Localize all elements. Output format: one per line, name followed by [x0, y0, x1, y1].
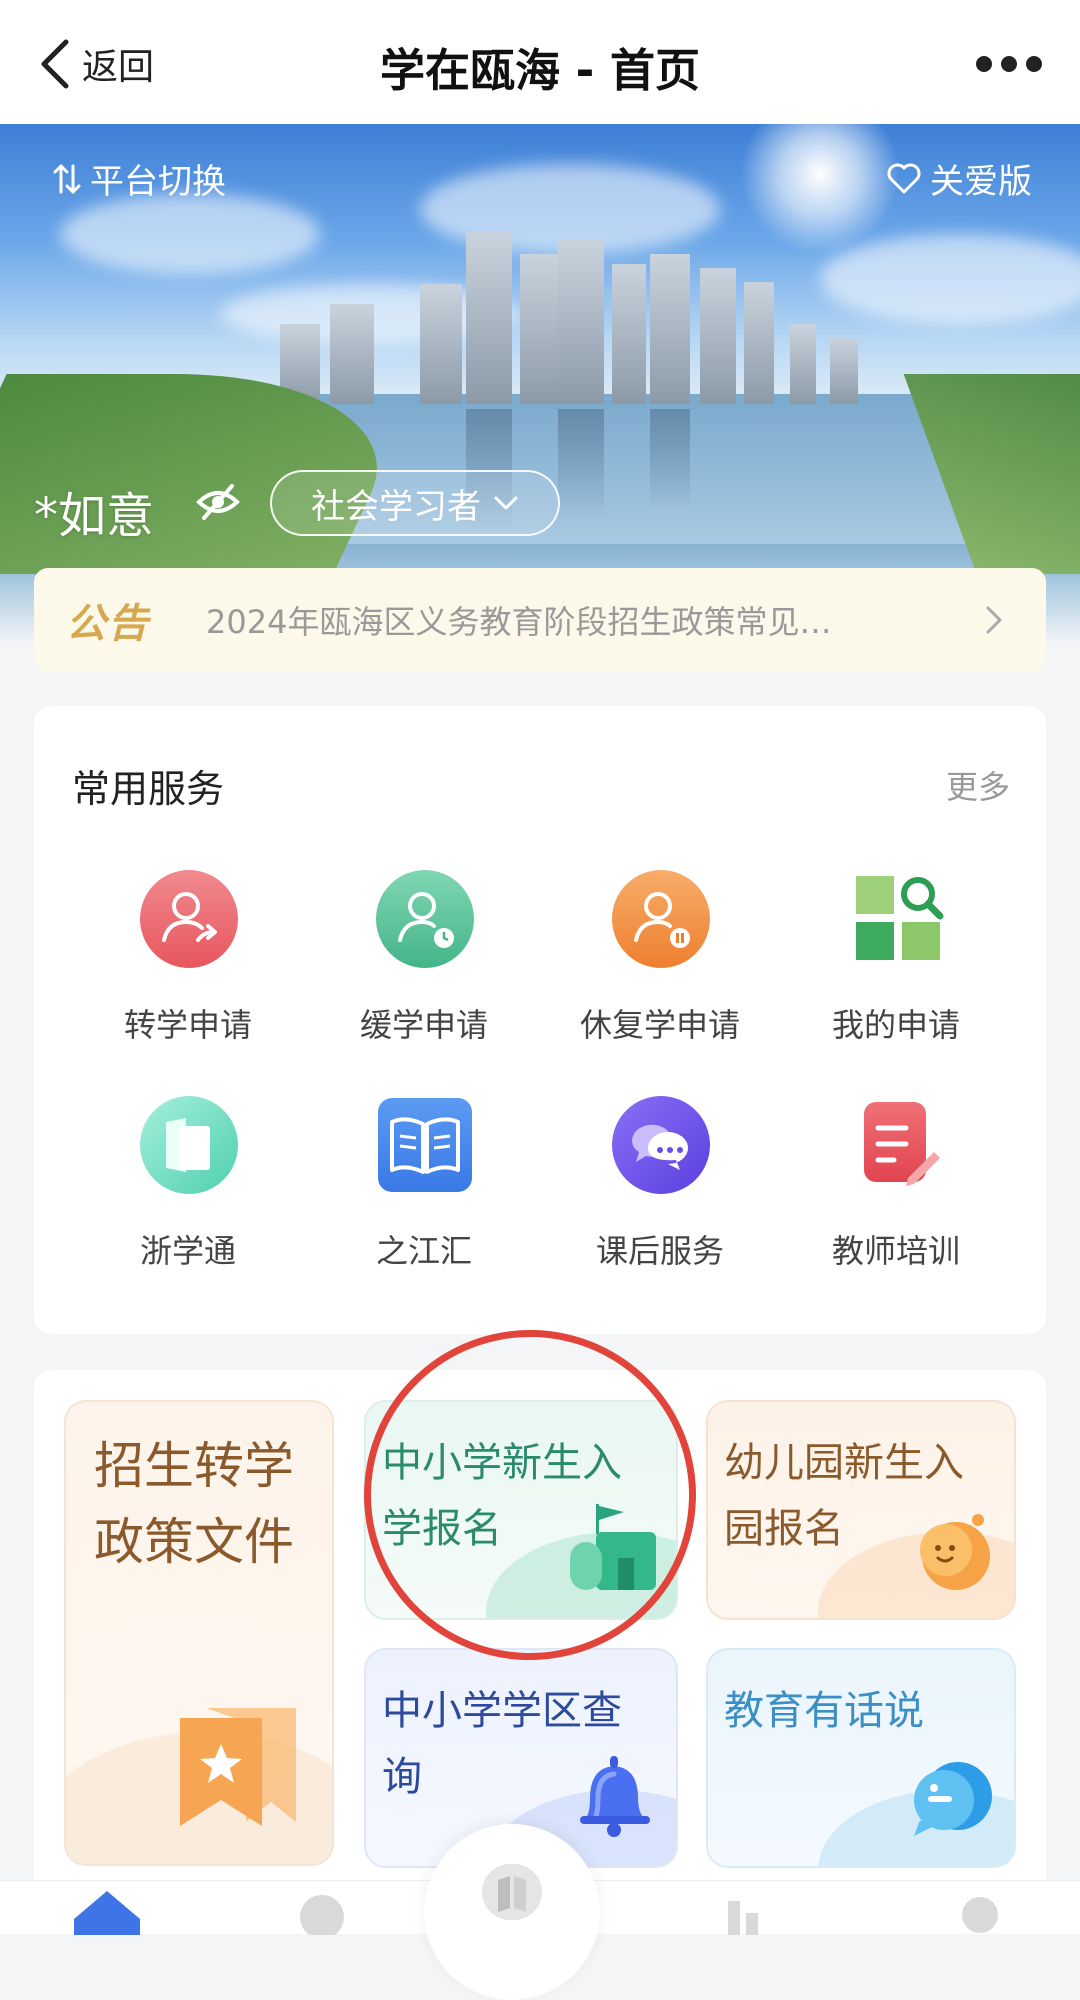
book-icon [378, 1098, 472, 1192]
announcement-tag: 公告 [66, 601, 150, 647]
announcement-bar[interactable]: 公告 2024年瓯海区义务教育阶段招生政策常见… [34, 568, 1046, 672]
heart-icon [887, 163, 921, 193]
building [744, 282, 774, 404]
service-label: 转学申请 [123, 1006, 252, 1044]
reflection [558, 409, 604, 519]
chevron-left-icon [41, 39, 69, 89]
center-tab-button[interactable] [424, 1824, 600, 2000]
role-selector[interactable]: 社会学习者 [270, 470, 560, 536]
sun-glare [740, 124, 900, 254]
more-dot-icon [1001, 56, 1017, 72]
care-mode-label: 关爱版 [930, 162, 1032, 202]
service-label: 课后服务 [595, 1232, 724, 1270]
bell-icon [580, 1756, 650, 1837]
card-title-line: 幼儿园新生入 [724, 1440, 964, 1486]
swap-arrows-icon [53, 164, 81, 193]
card-primary-middle-enrollment[interactable]: 中小学新生入 学报名 [364, 1400, 678, 1620]
building [520, 254, 560, 404]
care-mode-button[interactable]: 关爱版 [886, 154, 1032, 203]
reflection [650, 409, 690, 509]
platform-switch-label: 平台切换 [90, 162, 226, 202]
service-zhexuetong[interactable]: 浙学通 [70, 1096, 306, 1276]
common-services-panel: 常用服务 更多 转学申请 缓学申请 休复学申请 我的申请 浙学通 之江汇 课后服… [34, 706, 1046, 1334]
card-title-line: 教育有话说 [724, 1688, 924, 1734]
user-name: *如意 [34, 488, 155, 544]
building [830, 338, 858, 404]
service-label: 之江汇 [375, 1232, 472, 1270]
more-dot-icon [1026, 56, 1042, 72]
building [790, 324, 816, 404]
building [612, 264, 646, 404]
card-title-line: 招生转学 [94, 1437, 294, 1495]
cloud [60, 194, 320, 274]
more-services-link[interactable]: 更多 [946, 762, 1010, 808]
school-building-icon [570, 1504, 656, 1590]
user-clock-icon [376, 870, 474, 968]
open-book-icon [482, 1864, 542, 1920]
card-education-feedback[interactable]: 教育有话说 [706, 1648, 1016, 1868]
service-label: 缓学申请 [359, 1006, 488, 1044]
feature-cards-panel: 招生转学 政策文件 中小学新生入 学报名 幼儿园新生入 园报名 中小学学区查询 教育有… [34, 1370, 1046, 1890]
announcement-text: 2024年瓯海区义务教育阶段招生政策常见… [206, 603, 832, 641]
grid-search-icon [856, 876, 944, 960]
service-deferral[interactable]: 缓学申请 [306, 870, 542, 1050]
chevron-down-icon [494, 496, 518, 510]
chart-icon[interactable] [724, 1895, 776, 1935]
building [650, 254, 690, 404]
user-pause-icon [612, 870, 710, 968]
building [558, 240, 604, 404]
platform-switch-button[interactable]: 平台切换 [52, 154, 226, 203]
chevron-right-icon [986, 606, 1002, 634]
back-label: 返回 [82, 47, 155, 88]
card-title: 招生转学 政策文件 [94, 1428, 294, 1580]
note-pencil-icon [864, 1102, 940, 1186]
service-teacher-training[interactable]: 教师培训 [778, 1096, 1014, 1276]
smiley-face-icon [920, 1514, 990, 1590]
building [700, 268, 736, 404]
card-title-line: 中小学学区查 [382, 1688, 622, 1734]
card-policy-documents[interactable]: 招生转学 政策文件 [64, 1400, 334, 1866]
top-navigation-bar: 返回 学在瓯海 - 首页 [0, 0, 1080, 124]
building [420, 284, 462, 404]
section-title: 常用服务 [72, 767, 225, 811]
building [330, 304, 374, 404]
role-label: 社会学习者 [311, 486, 481, 527]
chat-bubbles-icon [612, 1096, 710, 1194]
cloud [820, 234, 1080, 324]
user-icon[interactable] [296, 1893, 348, 1935]
user-transfer-icon [140, 870, 238, 968]
profile-icon[interactable] [950, 1893, 1006, 1935]
hide-eye-icon[interactable] [196, 484, 240, 520]
page-title: 学在瓯海 - 首页 [379, 44, 700, 97]
zhexuetong-icon [140, 1096, 238, 1194]
card-kindergarten-enrollment[interactable]: 幼儿园新生入 园报名 [706, 1400, 1016, 1620]
service-label: 我的申请 [831, 1006, 960, 1044]
building [466, 232, 512, 404]
service-suspend-resume[interactable]: 休复学申请 [542, 870, 778, 1050]
star-bookmark-icon [180, 1708, 296, 1826]
service-transfer[interactable]: 转学申请 [70, 870, 306, 1050]
service-zhijianghui[interactable]: 之江汇 [306, 1096, 542, 1276]
service-after-school[interactable]: 课后服务 [542, 1096, 778, 1276]
card-title: 教育有话说 [724, 1678, 924, 1744]
service-label: 教师培训 [831, 1232, 960, 1270]
more-menu-button[interactable] [976, 40, 1042, 88]
home-icon[interactable] [72, 1889, 142, 1935]
card-title-line: 政策文件 [94, 1513, 294, 1571]
back-button[interactable]: 返回 [38, 38, 154, 90]
service-label: 浙学通 [139, 1232, 236, 1270]
service-my-applications[interactable]: 我的申请 [778, 870, 1014, 1050]
service-label: 休复学申请 [579, 1006, 740, 1044]
speech-bubble-icon [914, 1762, 992, 1836]
card-title-line: 中小学新生入 [382, 1440, 622, 1486]
more-dot-icon [976, 56, 992, 72]
